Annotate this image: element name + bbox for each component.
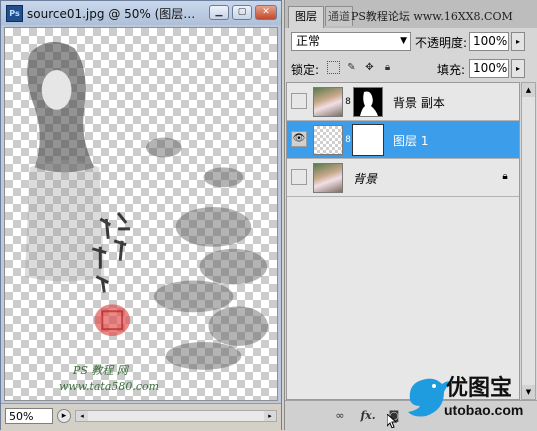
layer-name: 图层 1 [393,134,429,148]
lock-transparent-icon[interactable] [327,61,340,74]
maximize-icon[interactable]: ▢ [232,5,252,20]
document-window: Ps source01.jpg @ 50% (图层… ▁ ▢ ✕ PS 教程 网… [0,0,282,430]
tab-layers[interactable]: 图层 [288,6,324,28]
brand-name-en: utobao.com [444,402,524,418]
document-status-bar: 50% ▸ ◂ ▸ [1,403,281,430]
layers-list: 8 背景 副本 👁︎ 8 图层 1 背景 🔒︎ [286,82,520,400]
lock-label: 锁定: [291,63,320,77]
mask-link-icon[interactable]: 8 [344,135,352,145]
lock-all-icon[interactable]: 🔒︎ [381,61,394,74]
document-titlebar[interactable]: Ps source01.jpg @ 50% (图层… ▁ ▢ ✕ [1,1,281,25]
chevron-down-icon: ▼ [400,36,407,46]
opacity-field[interactable]: 100% [469,32,509,51]
layer-thumbnail [313,163,343,193]
fx-icon[interactable]: fx. [359,409,377,422]
canvas-watermark-line1: PS 教程 网 [73,364,128,377]
layer-mask-thumbnail[interactable] [353,87,383,117]
opacity-label: 不透明度: [415,36,468,50]
mouse-cursor-icon [387,414,397,428]
site-banner: PS教程论坛 www.16XX8.COM [351,10,513,23]
layers-vertical-scrollbar[interactable]: ▲ ▼ [521,82,536,400]
layer-name: 背景 副本 [393,96,445,110]
zoom-level-field[interactable]: 50% [5,408,53,424]
opacity-stepper-icon[interactable]: ▸ [511,32,525,51]
lock-icon: 🔒︎ [502,171,508,182]
document-title: source01.jpg @ 50% (图层… [27,7,196,21]
lock-fill-row: 锁定: ✎ ✥ 🔒︎ 填充: 100% ▸ [285,58,537,80]
layer-mask-thumbnail[interactable] [352,124,384,156]
layer-thumbnail [313,125,343,155]
layer-visibility-toggle[interactable] [291,93,307,109]
scroll-up-icon[interactable]: ▲ [522,83,535,97]
layer-row-background[interactable]: 背景 🔒︎ [287,159,519,197]
blend-opacity-row: 正常 ▼ 不透明度: 100% ▸ [285,30,537,56]
document-canvas[interactable]: PS 教程 网 www.tata580.com [4,27,278,401]
brand-name-cn: 优图宝 [446,376,513,401]
fill-label: 填充: [437,63,466,77]
minimize-icon[interactable]: ▁ [209,5,229,20]
photoshop-app-icon: Ps [6,5,23,22]
layer-row-background-copy[interactable]: 8 背景 副本 [287,83,519,121]
layer-row-layer-1[interactable]: 👁︎ 8 图层 1 [287,121,519,159]
brand-logo: 优图宝 utobao.com [404,360,537,430]
layer-name: 背景 [353,172,378,186]
panel-tabs: 图层 通道 PS教程论坛 www.16XX8.COM [285,0,537,28]
canvas-watermark-line2: www.tata580.com [59,380,160,393]
blend-mode-value: 正常 [296,34,321,48]
eye-icon[interactable]: 👁︎ [291,131,307,147]
blend-mode-select[interactable]: 正常 ▼ [291,32,411,51]
scroll-right-icon[interactable]: ▸ [264,411,276,421]
close-icon[interactable]: ✕ [255,5,277,20]
layer-visibility-toggle[interactable] [291,169,307,185]
tab-channels[interactable]: 通道 [325,6,353,26]
lock-paint-icon[interactable]: ✎ [345,61,358,74]
canvas-artwork [24,41,269,370]
mask-link-icon[interactable]: 8 [344,97,352,107]
status-menu-arrow-icon[interactable]: ▸ [57,409,71,423]
scroll-left-icon[interactable]: ◂ [76,411,88,421]
fill-field[interactable]: 100% [469,59,509,78]
fill-stepper-icon[interactable]: ▸ [511,59,525,78]
layer-thumbnail [313,87,343,117]
horizontal-scrollbar[interactable]: ◂ ▸ [75,410,277,422]
link-icon[interactable]: ∞ [331,409,349,422]
lock-move-icon[interactable]: ✥ [363,61,376,74]
